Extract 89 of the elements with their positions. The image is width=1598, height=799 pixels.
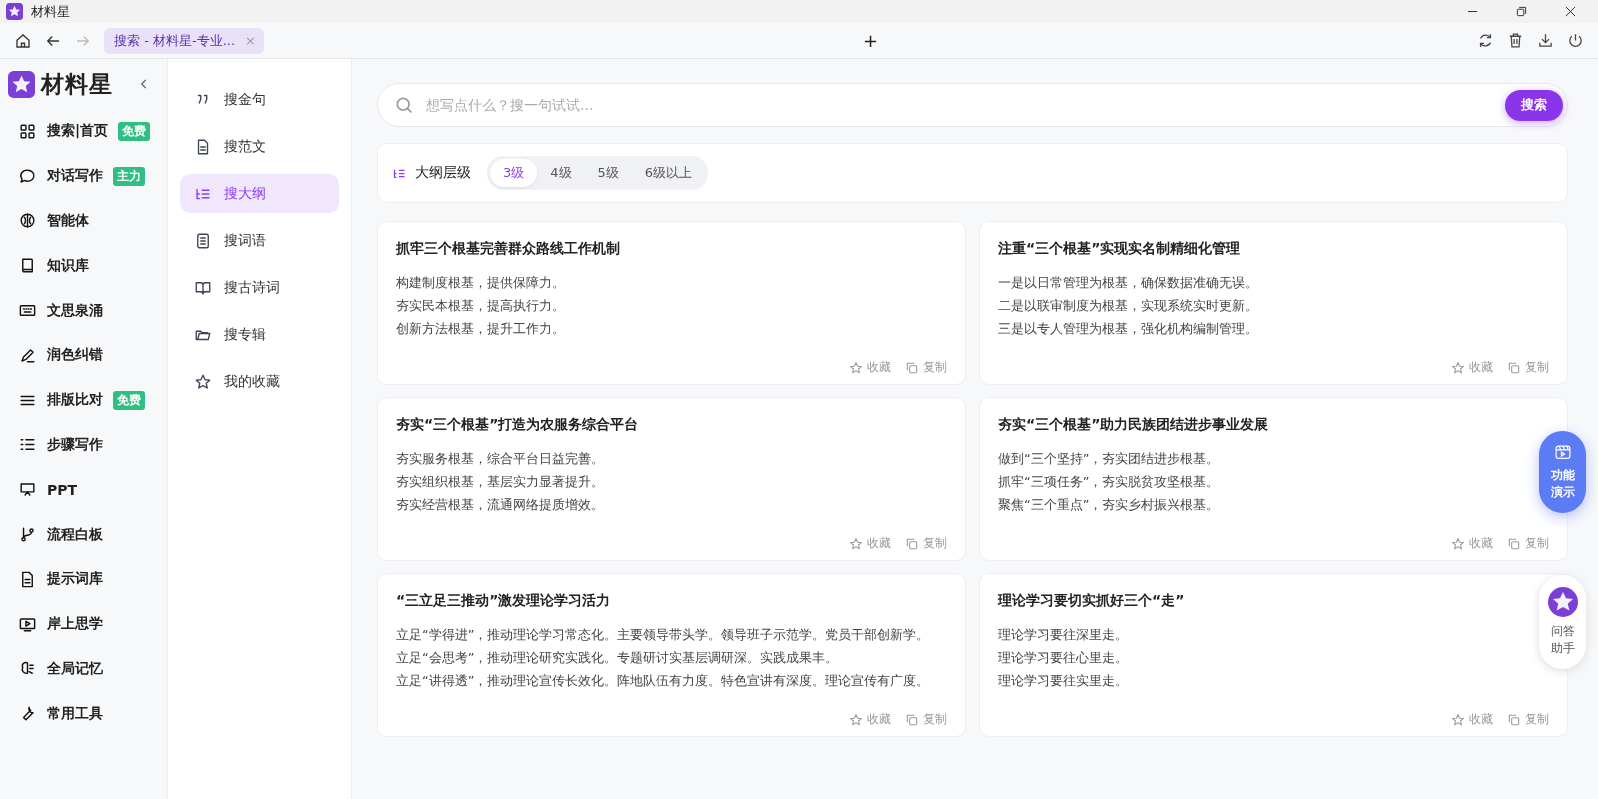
level-option[interactable]: 5级	[584, 159, 632, 187]
refresh-icon[interactable]	[1477, 32, 1494, 49]
outline-line: 创新方法根基，提升工作力。	[396, 320, 566, 338]
search-menu-item[interactable]: 搜大纲	[180, 174, 339, 213]
outline-line: 抓牢“三项任务”，夯实脱贫攻坚根基。	[998, 473, 1221, 491]
badge: 免费	[118, 121, 151, 141]
app-logo-icon	[6, 3, 23, 20]
search-menu-item[interactable]: 搜专辑	[180, 315, 339, 354]
brand-logo-icon	[8, 70, 35, 98]
badge: 主力	[113, 166, 145, 186]
outline-line: 立足“学得进”，推动理论学习常态化。主要领导带头学。领导班子示范学。党员干部创新学。	[396, 626, 931, 644]
sidebar-item[interactable]: 步骤写作	[0, 422, 167, 468]
browser-tab[interactable]: 搜索 - 材料星-专业... ×	[104, 27, 264, 54]
star-icon	[1451, 360, 1465, 375]
card-title: “三立足三推动”激发理论学习活力	[396, 592, 612, 610]
sidebar-item[interactable]: 岸上思学	[0, 601, 167, 647]
window-title: 材料星	[31, 2, 70, 21]
copy-icon	[905, 360, 919, 375]
trash-icon[interactable]	[1507, 32, 1524, 49]
restore-icon[interactable]	[1516, 6, 1527, 17]
assistant-avatar-icon	[1547, 587, 1578, 617]
power-icon[interactable]	[1567, 32, 1584, 49]
copy-icon	[1507, 360, 1521, 375]
outline-line: 夯实经营根基，流通网络提质增效。	[396, 496, 605, 514]
outline-line: 夯实组织根基，基层实力显著提升。	[396, 473, 605, 491]
menu-item-icon	[18, 211, 37, 231]
outline-line: 夯实服务根基，综合平台日益完善。	[396, 450, 605, 468]
sidebar-item[interactable]: 对话写作 主力	[0, 153, 167, 199]
level-option[interactable]: 4级	[537, 159, 585, 187]
search-field[interactable]: 想写点什么？搜一句试试... 搜索	[377, 83, 1568, 127]
feature-demo-button[interactable]: 功能演示	[1539, 431, 1586, 513]
menu-item-icon	[194, 372, 212, 391]
star-icon	[1451, 712, 1465, 727]
outline-line: 二是以联审制度为根基，实现系统实时更新。	[998, 297, 1259, 315]
level-option[interactable]: 3级	[490, 159, 538, 187]
sidebar-item[interactable]: 文思泉涌	[0, 288, 167, 333]
sidebar-item[interactable]: 排版比对 免费	[0, 377, 167, 423]
assistant-button[interactable]: 问答助手	[1539, 575, 1586, 669]
search-menu-item[interactable]: 搜金句	[180, 80, 339, 119]
brand-name: 材料星	[41, 69, 113, 99]
new-tab-button[interactable]: +	[862, 30, 879, 51]
card-title: 理论学习要切实抓好三个“走”	[998, 592, 1186, 610]
outline-line: 夯实民本根基，提高执行力。	[396, 297, 566, 315]
outline-line: 做到“三个坚持”，夯实团结进步根基。	[998, 450, 1221, 468]
star-icon	[1451, 536, 1465, 551]
star-icon	[849, 712, 863, 727]
copy-icon	[905, 536, 919, 551]
search-menu-item[interactable]: 搜范文	[180, 127, 339, 166]
download-icon[interactable]	[1537, 32, 1554, 49]
card-title: 抓牢三个根基完善群众路线工作机制	[396, 240, 621, 258]
outline-line: 聚焦“三个重点”，夯实乡村振兴根基。	[998, 496, 1221, 514]
star-icon	[849, 360, 863, 375]
card-title: 夯实“三个根基”打造为农服务综合平台	[396, 416, 640, 434]
sidebar-item[interactable]: 智能体	[0, 198, 167, 244]
sidebar-item[interactable]: 搜索|首页 免费	[0, 109, 167, 154]
card-title: 夯实“三个根基”助力民族团结进步事业发展	[998, 416, 1270, 434]
sidebar-item[interactable]: PPT	[0, 467, 167, 513]
outline-line: 理论学习要往实里走。	[998, 672, 1129, 690]
menu-item-icon	[18, 525, 37, 545]
menu-item-icon	[18, 166, 37, 186]
search-button[interactable]: 搜索	[1505, 89, 1563, 121]
search-menu-item[interactable]: 我的收藏	[180, 362, 339, 401]
copy-icon	[1507, 536, 1521, 551]
card-title: 注重“三个根基”实现实名制精细化管理	[998, 240, 1242, 258]
sidebar-item[interactable]: 知识库	[0, 243, 167, 289]
copy-icon	[1507, 712, 1521, 727]
outline-level-label: 大纲层级	[415, 164, 471, 182]
search-icon	[394, 95, 414, 115]
outline-line: 理论学习要往深里走。	[998, 626, 1129, 644]
outline-line: 立足“讲得透”，推动理论宣传长效化。阵地队伍有力度。特色宣讲有深度。理论宣传有广度。	[396, 672, 931, 690]
outline-line: 构建制度根基，提供保障力。	[396, 274, 566, 292]
outline-line: 理论学习要往心里走。	[998, 649, 1129, 667]
search-menu-item[interactable]: 搜古诗词	[180, 268, 339, 307]
outline-line: 三是以专人管理为根基，强化机构编制管理。	[998, 320, 1259, 338]
sidebar-item[interactable]: 常用工具	[0, 691, 167, 737]
search-menu-item[interactable]: 搜词语	[180, 221, 339, 260]
sidebar-item[interactable]: 全局记忆	[0, 646, 167, 692]
outline-line: 一是以日常管理为根基，确保数据准确无误。	[998, 274, 1259, 292]
sidebar-item[interactable]: 流程白板	[0, 512, 167, 557]
menu-item-icon	[18, 121, 37, 141]
close-icon[interactable]	[1565, 6, 1576, 17]
sidebar-item[interactable]: 提示词库	[0, 556, 167, 602]
badge: 免费	[113, 390, 145, 410]
menu-item-icon	[194, 231, 212, 250]
copy-icon	[905, 712, 919, 727]
outline-line: 立足“会思考”，推动理论研究实践化。专题研讨实基层调研深。实践成果丰。	[396, 649, 840, 667]
sidebar-item[interactable]: 润色纠错	[0, 333, 167, 378]
star-icon	[849, 536, 863, 551]
level-option[interactable]: 6级以上	[631, 159, 706, 187]
